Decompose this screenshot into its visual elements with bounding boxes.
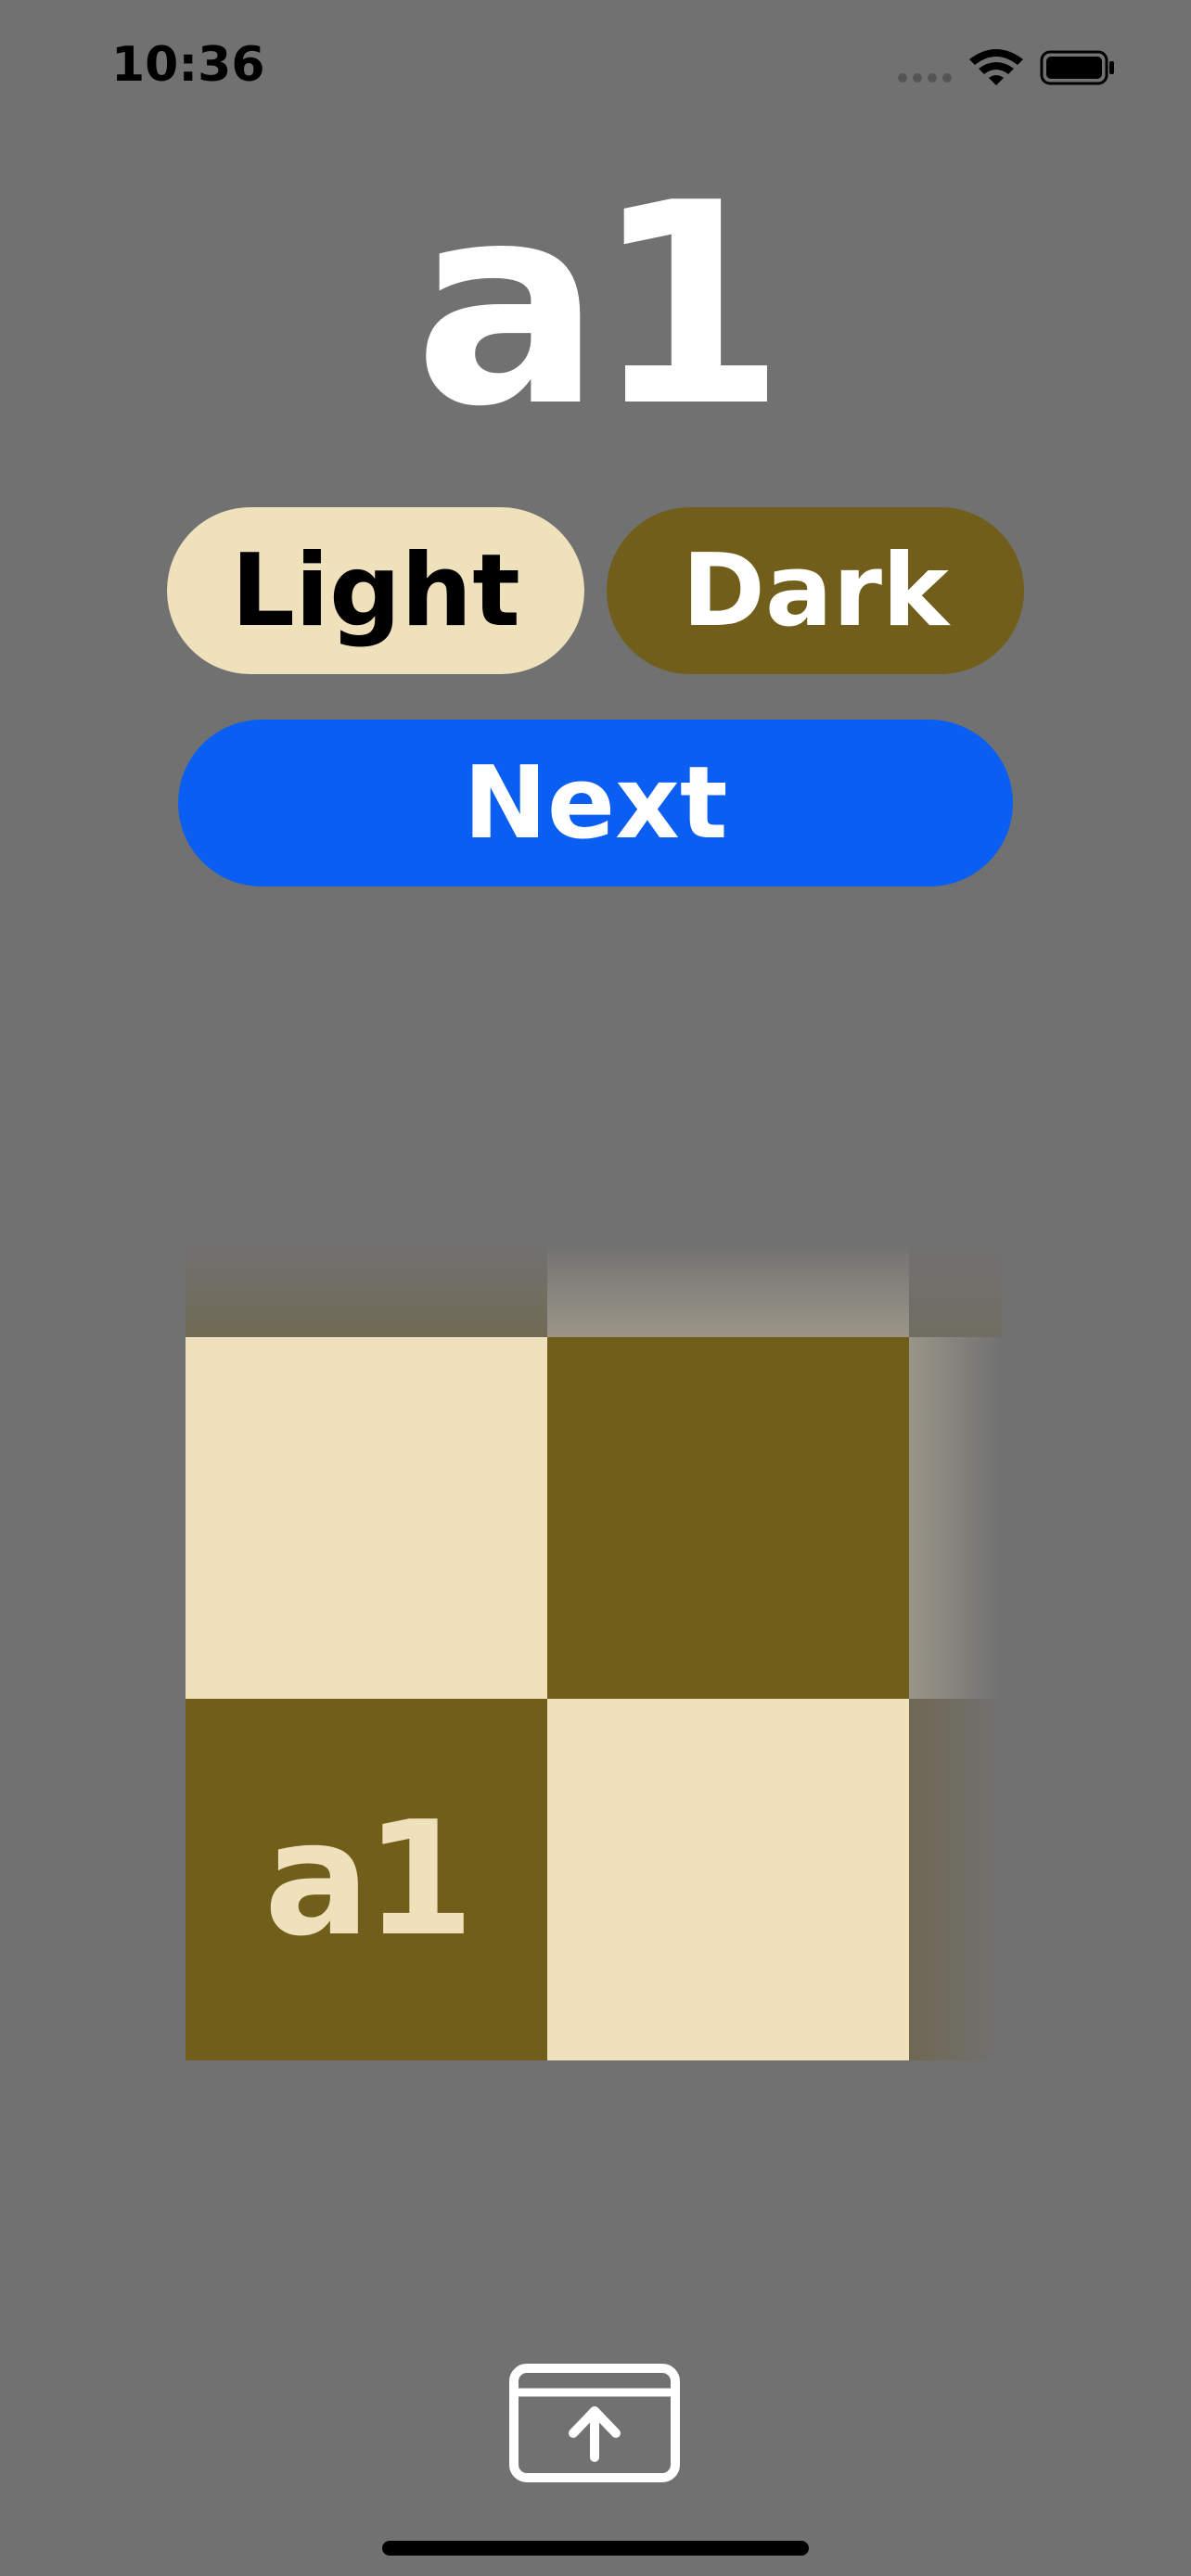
square-a2[interactable] [186, 1337, 547, 1699]
board-fade-right [909, 1337, 1002, 1699]
dark-button[interactable]: Dark [607, 507, 1024, 674]
status-bar: 10:36 [0, 0, 1191, 139]
cellular-signal-icon [898, 73, 952, 83]
board-fade-top [909, 1243, 1002, 1337]
square-a1-label: a1 [263, 1788, 474, 1971]
status-time: 10:36 [111, 37, 265, 93]
square-name-title: a1 [414, 144, 786, 467]
wifi-icon [969, 49, 1023, 85]
board-fade-right [909, 1699, 1002, 2060]
status-icons [898, 49, 1114, 85]
square-a1[interactable]: a1 [186, 1699, 547, 2060]
share-upload-icon [509, 2364, 680, 2482]
board-fade-top [547, 1243, 909, 1337]
next-button[interactable]: Next [178, 720, 1013, 886]
share-button[interactable] [508, 2363, 681, 2483]
board-fade-top [186, 1243, 547, 1337]
square-b1[interactable] [547, 1699, 909, 2060]
home-indicator[interactable] [382, 2541, 809, 2556]
square-b2[interactable] [547, 1337, 909, 1699]
battery-icon [1040, 50, 1114, 85]
light-button[interactable]: Light [167, 507, 584, 674]
